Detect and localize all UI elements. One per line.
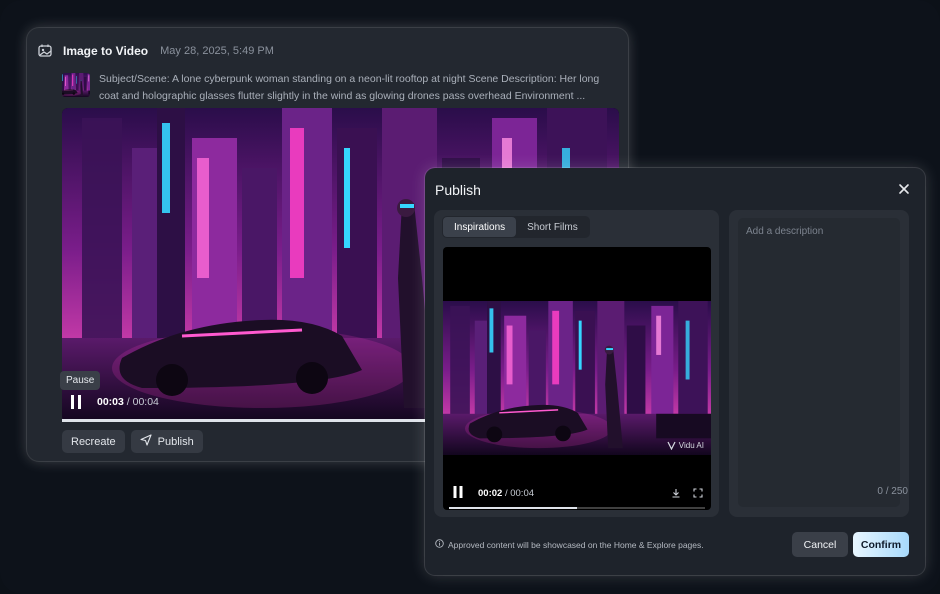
preview-duration: 00:04 xyxy=(510,487,535,499)
fullscreen-icon[interactable] xyxy=(693,485,703,503)
recreate-button[interactable]: Recreate xyxy=(62,430,125,453)
preview-video-frame xyxy=(443,301,711,455)
tab-inspirations[interactable]: Inspirations xyxy=(443,217,517,237)
close-icon[interactable] xyxy=(897,182,911,196)
description-panel xyxy=(729,210,909,517)
watermark-text: Vidu AI xyxy=(678,441,704,450)
video-progress-fill xyxy=(62,419,480,422)
preview-playback-time: 00:02 / 00:04 xyxy=(478,488,534,499)
playback-time: 00:03 / 00:04 xyxy=(97,396,159,408)
source-image-thumbnail[interactable] xyxy=(62,73,90,97)
image-to-video-icon xyxy=(37,43,53,59)
preview-video-player[interactable]: Vidu AI 00:02 / 00:04 xyxy=(443,247,711,510)
preview-current-time: 00:02 xyxy=(478,487,503,499)
generation-header: Image to Video May 28, 2025, 5:49 PM xyxy=(37,43,274,59)
description-field[interactable] xyxy=(738,218,900,507)
time-separator: / xyxy=(123,396,133,408)
publish-button-label: Publish xyxy=(157,435,194,448)
media-panel: Inspirations Short Films Vidu AI 00:02 /… xyxy=(434,210,719,517)
send-icon xyxy=(140,434,152,449)
preview-extra-controls xyxy=(671,485,703,503)
approval-notice-text: Approved content will be showcased on th… xyxy=(448,539,704,550)
prompt-text: Subject/Scene: A lone cyberpunk woman st… xyxy=(99,73,600,102)
generation-actions: Recreate Publish xyxy=(62,430,203,453)
publish-dialog: Publish Inspirations Short Films Vidu AI xyxy=(425,168,925,575)
duration: 00:04 xyxy=(132,396,159,408)
approval-notice: Approved content will be showcased on th… xyxy=(435,539,704,550)
info-icon xyxy=(435,539,444,550)
preview-pause-icon[interactable] xyxy=(452,485,466,501)
category-tabs: Inspirations Short Films xyxy=(442,216,590,238)
current-time: 00:03 xyxy=(97,396,124,408)
watermark-logo-icon xyxy=(667,441,676,450)
cancel-button[interactable]: Cancel xyxy=(792,532,848,557)
dialog-title: Publish xyxy=(435,182,481,198)
pause-tooltip: Pause xyxy=(60,371,101,390)
confirm-button[interactable]: Confirm xyxy=(853,532,909,557)
character-counter: 0 / 250 xyxy=(877,486,908,497)
app-canvas: Image to Video May 28, 2025, 5:49 PM Sub… xyxy=(0,0,940,594)
tab-short-films[interactable]: Short Films xyxy=(516,217,589,237)
publish-button[interactable]: Publish xyxy=(130,430,203,453)
download-icon[interactable] xyxy=(671,485,681,503)
generation-title: Image to Video xyxy=(63,44,149,58)
preview-progress-fill xyxy=(449,507,577,509)
pause-icon[interactable] xyxy=(69,394,83,410)
preview-controls: 00:02 / 00:04 xyxy=(452,485,534,501)
video-controls: 00:03 / 00:04 xyxy=(69,394,159,410)
watermark: Vidu AI xyxy=(667,441,704,450)
generation-timestamp: May 28, 2025, 5:49 PM xyxy=(160,45,274,57)
preview-progress-bar[interactable] xyxy=(449,507,705,509)
